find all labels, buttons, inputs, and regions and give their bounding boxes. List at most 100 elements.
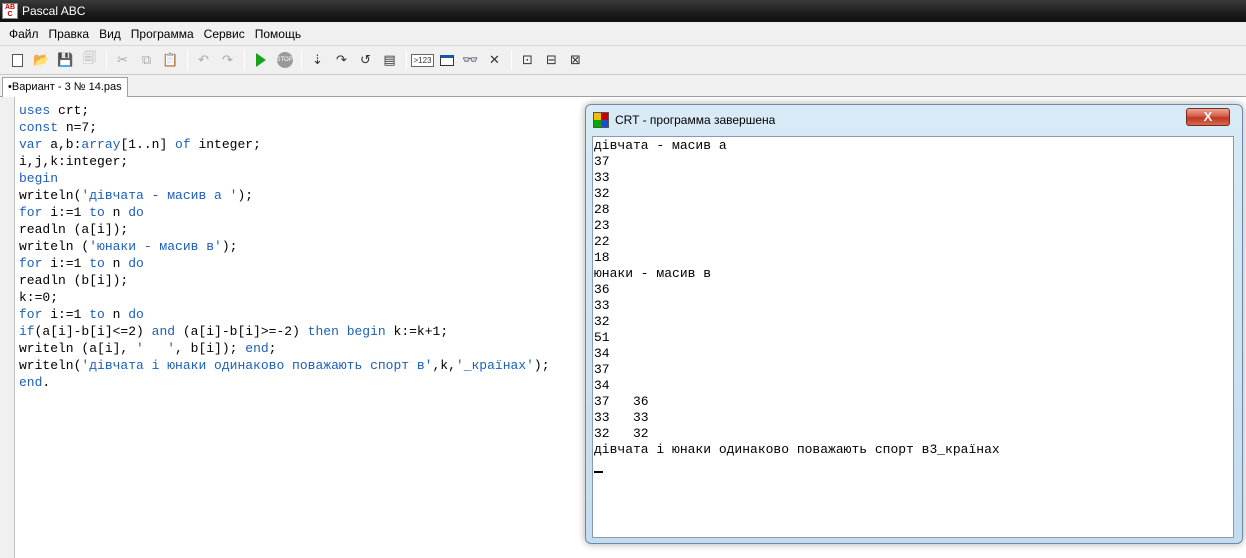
stop-icon[interactable]: STOP xyxy=(273,49,296,71)
code-line[interactable]: i,j,k:integer; xyxy=(19,153,550,170)
code-line[interactable]: writeln('дівчата - масив а '); xyxy=(19,187,550,204)
code-line[interactable]: k:=0; xyxy=(19,289,550,306)
crt-output-screen[interactable]: дівчата - масив а 37 33 32 28 23 22 18 юнаки - м… xyxy=(592,136,1234,538)
code-token: n xyxy=(104,256,129,271)
crt-window[interactable]: CRT - программа завершена X дівчата - ма… xyxy=(585,104,1243,544)
keyword-token: to xyxy=(89,256,105,271)
menu-program[interactable]: Программа xyxy=(126,24,199,44)
keyword-token: for xyxy=(19,256,43,271)
code-line[interactable]: readln (a[i]); xyxy=(19,221,550,238)
code-line[interactable]: begin xyxy=(19,170,550,187)
keyword-token: end xyxy=(19,375,43,390)
step-out-icon[interactable]: ↺ xyxy=(354,49,377,71)
menu-view[interactable]: Вид xyxy=(94,24,126,44)
string-token: 'юнаки - масив в' xyxy=(89,239,222,254)
code-line[interactable]: var a,b:array[1..n] of integer; xyxy=(19,136,550,153)
code-token: writeln( xyxy=(19,188,82,203)
code-token: n xyxy=(104,205,129,220)
open-file-icon[interactable]: 📂 xyxy=(30,49,53,71)
code-token: n=7; xyxy=(58,120,98,135)
step-over-icon[interactable]: ↷ xyxy=(330,49,353,71)
crt-window-icon[interactable] xyxy=(435,49,458,71)
string-token: 'дівчата - масив а ' xyxy=(81,188,238,203)
code-token: writeln (a[i], xyxy=(19,341,137,356)
keyword-token: begin xyxy=(19,171,59,186)
redo-icon[interactable]: ↷ xyxy=(216,49,239,71)
code-token: i,j,k:integer; xyxy=(19,154,129,169)
run-icon[interactable] xyxy=(249,49,272,71)
menu-file[interactable]: Файл xyxy=(4,24,44,44)
code-line[interactable]: const n=7; xyxy=(19,119,550,136)
code-token: i:=1 xyxy=(42,307,90,322)
watch-icon[interactable]: 👓 xyxy=(459,49,482,71)
menu-help[interactable]: Помощь xyxy=(250,24,306,44)
crt-output-line: дівчата і юнаки одинаково поважають спор… xyxy=(594,442,1000,457)
toolbar-separator xyxy=(301,50,302,70)
code-token: k:=k+1; xyxy=(385,324,449,339)
code-token: writeln( xyxy=(19,358,82,373)
keyword-token: and xyxy=(151,324,176,339)
code-token: ); xyxy=(533,358,550,373)
copy-icon[interactable]: ⧉ xyxy=(135,49,158,71)
code-line[interactable]: for i:=1 to n do xyxy=(19,255,550,272)
crt-title-bar[interactable]: CRT - программа завершена X xyxy=(586,105,1242,135)
code-token: k:=0; xyxy=(19,290,59,305)
menu-edit[interactable]: Правка xyxy=(44,24,95,44)
code-token: i:=1 xyxy=(42,205,90,220)
menu-service[interactable]: Сервис xyxy=(199,24,250,44)
code-token: ); xyxy=(221,239,238,254)
main-title-bar: AB C Pascal ABC xyxy=(0,0,1246,22)
text-cursor xyxy=(594,471,603,473)
cut-icon[interactable]: ✂ xyxy=(111,49,134,71)
format-1-icon[interactable]: ⊡ xyxy=(516,49,539,71)
file-tab-strip: •Вариант - 3 № 14.pas xyxy=(0,75,1246,98)
undo-icon[interactable]: ↶ xyxy=(192,49,215,71)
code-token: readln (b[i]); xyxy=(19,273,129,288)
code-token: i:=1 xyxy=(42,256,90,271)
menu-bar: Файл Правка Вид Программа Сервис Помощь xyxy=(0,22,1246,46)
crt-output-line: 36 xyxy=(594,282,610,297)
editor-gutter xyxy=(0,97,14,558)
save-all-icon[interactable]: 🗐 xyxy=(78,49,101,71)
crt-output-line: 51 xyxy=(594,330,610,345)
close-button[interactable]: X xyxy=(1186,108,1230,126)
crt-output-line: 28 xyxy=(594,202,610,217)
code-line[interactable]: for i:=1 to n do xyxy=(19,204,550,221)
crt-output-line: 32 xyxy=(594,186,610,201)
code-line[interactable]: writeln ('юнаки - масив в'); xyxy=(19,238,550,255)
crt-output-line: 33 33 xyxy=(594,410,649,425)
crt-output-line: 33 xyxy=(594,298,610,313)
crt-output-line: 34 xyxy=(594,346,610,361)
crt-output-text: дівчата - масив а 37 33 32 28 23 22 18 юнаки - м… xyxy=(594,138,1000,458)
file-tab[interactable]: •Вариант - 3 № 14.pas xyxy=(2,77,128,98)
string-token: '_країнах' xyxy=(455,358,534,373)
output-numbers-icon[interactable]: >123 xyxy=(411,49,434,71)
code-token: n xyxy=(104,307,129,322)
code-token: a,b: xyxy=(42,137,82,152)
paste-icon[interactable]: 📋 xyxy=(159,49,182,71)
crt-output-line: дівчата - масив а xyxy=(594,138,727,153)
crt-output-line: 32 xyxy=(594,314,610,329)
code-line[interactable]: writeln (a[i], ' ', b[i]); end; xyxy=(19,340,550,357)
new-file-icon[interactable] xyxy=(6,49,29,71)
code-line[interactable]: if(a[i]-b[i]<=2) and (a[i]-b[i]>=-2) the… xyxy=(19,323,550,340)
save-icon[interactable]: 💾 xyxy=(54,49,77,71)
step-into-icon[interactable]: ⇣ xyxy=(306,49,329,71)
format-2-icon[interactable]: ⊟ xyxy=(540,49,563,71)
debug-window-icon[interactable]: ▤ xyxy=(378,49,401,71)
code-line[interactable]: writeln('дівчата і юнаки одинаково поваж… xyxy=(19,357,550,374)
code-line[interactable]: end. xyxy=(19,374,550,391)
code-line[interactable]: uses crt; xyxy=(19,102,550,119)
crt-output-line: 18 xyxy=(594,250,610,265)
code-line[interactable]: readln (b[i]); xyxy=(19,272,550,289)
close-debug-icon[interactable]: ✕ xyxy=(483,49,506,71)
keyword-token: to xyxy=(89,307,105,322)
code-line[interactable]: for i:=1 to n do xyxy=(19,306,550,323)
code-token: writeln ( xyxy=(19,239,90,254)
format-3-icon[interactable]: ⊠ xyxy=(564,49,587,71)
source-code[interactable]: uses crt; const n=7; var a,b:array[1..n] o… xyxy=(19,102,550,391)
pascal-abc-app-icon: AB C xyxy=(2,3,18,19)
crt-output-line: 23 xyxy=(594,218,610,233)
keyword-token: do xyxy=(128,256,144,271)
keyword-token: end xyxy=(245,341,269,356)
